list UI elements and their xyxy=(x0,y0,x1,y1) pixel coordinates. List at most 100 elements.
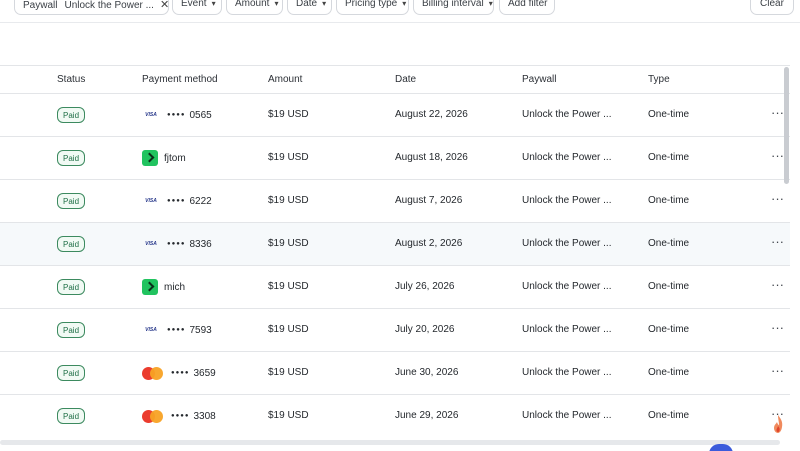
filter-paywall-label: Paywall xyxy=(23,0,58,11)
amount-cell: $19 USD xyxy=(268,195,309,206)
status-badge: Paid xyxy=(57,365,86,381)
status-badge: Paid xyxy=(57,408,86,424)
close-icon[interactable]: ✕ xyxy=(160,0,169,11)
table-row[interactable]: Paid VISA ●●●● 6222 $19 USD August 7, 2026… xyxy=(0,180,790,223)
link-pay-icon xyxy=(142,279,158,295)
status-badge: Paid xyxy=(57,150,86,166)
column-header-paywall[interactable]: Paywall xyxy=(522,74,556,85)
status-cell: Paid xyxy=(57,322,86,338)
payment-method-cell: VISA ●●●● 8336 xyxy=(142,236,212,252)
link-pay-icon xyxy=(142,150,158,166)
filter-paywall[interactable]: Paywall Unlock the Power ... ✕ xyxy=(14,0,169,15)
payments-table: Status Payment method Amount Date Paywal… xyxy=(0,65,790,438)
more-options-icon[interactable]: ··· xyxy=(771,363,784,378)
table-row[interactable]: Paid fjtom $19 USD August 18, 2026 Unloc… xyxy=(0,137,790,180)
amount-cell: $19 USD xyxy=(268,152,309,163)
vertical-scrollbar[interactable] xyxy=(784,67,789,184)
paywall-cell: Unlock the Power ... xyxy=(522,195,612,206)
card-mask: ●●●● xyxy=(171,413,190,419)
flame-icon[interactable] xyxy=(772,414,784,434)
filter-paywall-value: Unlock the Power ... xyxy=(64,0,154,11)
paywall-cell: Unlock the Power ... xyxy=(522,367,612,378)
status-cell: Paid xyxy=(57,408,86,424)
date-cell: August 7, 2026 xyxy=(395,195,463,206)
status-cell: Paid xyxy=(57,236,86,252)
filter-amount[interactable]: Amount ▾ xyxy=(226,0,283,15)
status-badge: Paid xyxy=(57,107,86,123)
payment-method-cell: VISA ●●●● 6222 xyxy=(142,193,212,209)
column-header-type[interactable]: Type xyxy=(648,74,670,85)
chevron-down-icon: ▾ xyxy=(488,0,493,8)
more-options-icon[interactable]: ··· xyxy=(771,234,784,249)
type-cell: One-time xyxy=(648,324,690,335)
more-options-icon[interactable]: ··· xyxy=(771,191,784,206)
more-options-icon[interactable]: ··· xyxy=(771,105,784,120)
add-filter-button[interactable]: Add filter xyxy=(499,0,555,15)
card-mask: ●●●● xyxy=(167,327,186,333)
filter-event[interactable]: Event ▾ xyxy=(172,0,222,15)
date-cell: June 30, 2026 xyxy=(395,367,459,378)
filter-pricing-type[interactable]: Pricing type ▾ xyxy=(336,0,409,15)
clear-button[interactable]: Clear xyxy=(750,0,794,15)
card-mask: ●●●● xyxy=(171,370,190,376)
date-cell: August 2, 2026 xyxy=(395,238,463,249)
chevron-down-icon: ▾ xyxy=(402,0,407,8)
status-badge: Paid xyxy=(57,322,86,338)
more-options-icon[interactable]: ··· xyxy=(771,320,784,335)
payment-method-cell: VISA ●●●● 7593 xyxy=(142,322,212,338)
payment-method-cell: ●●●● 3659 xyxy=(142,365,216,381)
more-options-icon[interactable]: ··· xyxy=(771,277,784,292)
payment-method-cell: mich xyxy=(142,279,185,295)
divider xyxy=(0,22,800,23)
column-header-payment-method[interactable]: Payment method xyxy=(142,74,218,85)
paywall-cell: Unlock the Power ... xyxy=(522,324,612,335)
paywall-cell: Unlock the Power ... xyxy=(522,238,612,249)
status-cell: Paid xyxy=(57,150,86,166)
horizontal-scrollbar[interactable] xyxy=(0,440,780,445)
status-badge: Paid xyxy=(57,279,86,295)
mastercard-icon xyxy=(142,409,164,423)
type-cell: One-time xyxy=(648,367,690,378)
filter-date-label: Date xyxy=(296,0,318,9)
filter-pricing-type-label: Pricing type xyxy=(345,0,398,9)
amount-cell: $19 USD xyxy=(268,410,309,421)
visa-card-icon: VISA xyxy=(145,111,157,118)
date-cell: June 29, 2026 xyxy=(395,410,459,421)
paywall-cell: Unlock the Power ... xyxy=(522,109,612,120)
visa-card-icon: VISA xyxy=(145,197,157,204)
card-last4: 8336 xyxy=(189,238,212,250)
type-cell: One-time xyxy=(648,152,690,163)
visa-card-icon: VISA xyxy=(145,240,157,247)
filter-billing-interval[interactable]: Billing interval ▾ xyxy=(413,0,494,15)
filter-date[interactable]: Date ▾ xyxy=(287,0,332,15)
type-cell: One-time xyxy=(648,109,690,120)
more-options-icon[interactable]: ··· xyxy=(771,148,784,163)
amount-cell: $19 USD xyxy=(268,324,309,335)
status-cell: Paid xyxy=(57,107,86,123)
table-row[interactable]: Paid ●●●● 3659 $19 USD June 30, 2026 Unlo… xyxy=(0,352,790,395)
date-cell: August 18, 2026 xyxy=(395,152,468,163)
card-last4: 7593 xyxy=(189,324,212,336)
amount-cell: $19 USD xyxy=(268,281,309,292)
status-cell: Paid xyxy=(57,365,86,381)
column-header-date[interactable]: Date xyxy=(395,74,416,85)
filter-event-label: Event xyxy=(181,0,207,9)
column-header-amount[interactable]: Amount xyxy=(268,74,302,85)
table-header: Status Payment method Amount Date Paywal… xyxy=(0,66,790,94)
paywall-cell: Unlock the Power ... xyxy=(522,152,612,163)
table-row[interactable]: Paid ●●●● 3308 $19 USD June 29, 2026 Unlo… xyxy=(0,395,790,438)
card-mask: ●●●● xyxy=(167,112,186,118)
column-header-status[interactable]: Status xyxy=(57,74,85,85)
table-row[interactable]: Paid VISA ●●●● 0565 $19 USD August 22, 202… xyxy=(0,94,790,137)
payments-screen: Paywall Unlock the Power ... ✕ Event ▾ Amou… xyxy=(0,0,800,451)
chevron-down-icon: ▾ xyxy=(211,0,216,8)
filter-amount-label: Amount xyxy=(235,0,270,9)
type-cell: One-time xyxy=(648,410,690,421)
card-last4: 3308 xyxy=(193,410,216,422)
card-mask: ●●●● xyxy=(167,198,186,204)
payment-method-cell: fjtom xyxy=(142,150,186,166)
table-row[interactable]: Paid VISA ●●●● 7593 $19 USD July 20, 2026 … xyxy=(0,309,790,352)
type-cell: One-time xyxy=(648,281,690,292)
table-row[interactable]: Paid VISA ●●●● 8336 $19 USD August 2, 2026… xyxy=(0,223,790,266)
table-row[interactable]: Paid mich $19 USD July 26, 2026 Unlock t… xyxy=(0,266,790,309)
